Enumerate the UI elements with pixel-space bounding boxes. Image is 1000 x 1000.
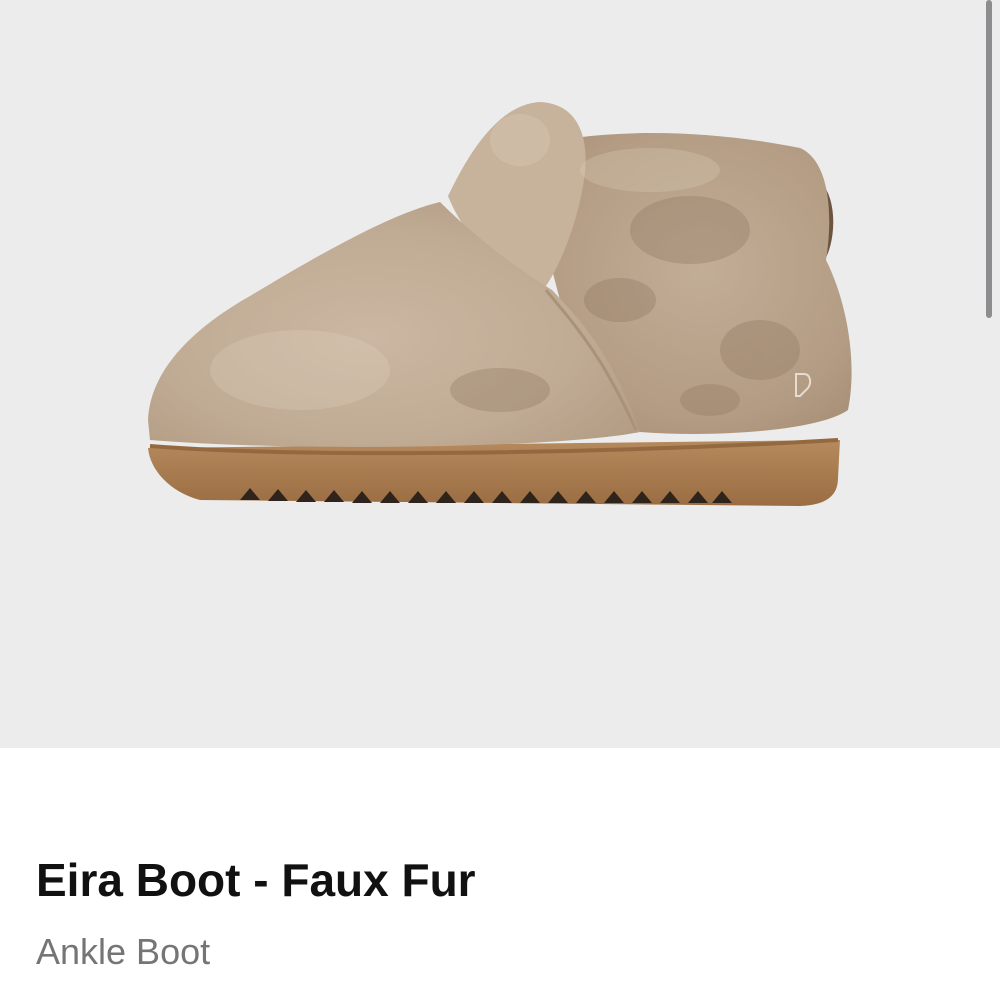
- product-card: Eira Boot - Faux Fur Ankle Boot: [0, 0, 1000, 1000]
- product-category: Ankle Boot: [36, 931, 211, 972]
- product-info: Eira Boot - Faux Fur Ankle Boot: [0, 748, 1000, 1000]
- product-title[interactable]: Eira Boot - Faux Fur: [36, 852, 476, 908]
- product-image[interactable]: [0, 0, 1000, 748]
- scrollbar[interactable]: [986, 0, 992, 318]
- boot-illustration: [148, 102, 852, 506]
